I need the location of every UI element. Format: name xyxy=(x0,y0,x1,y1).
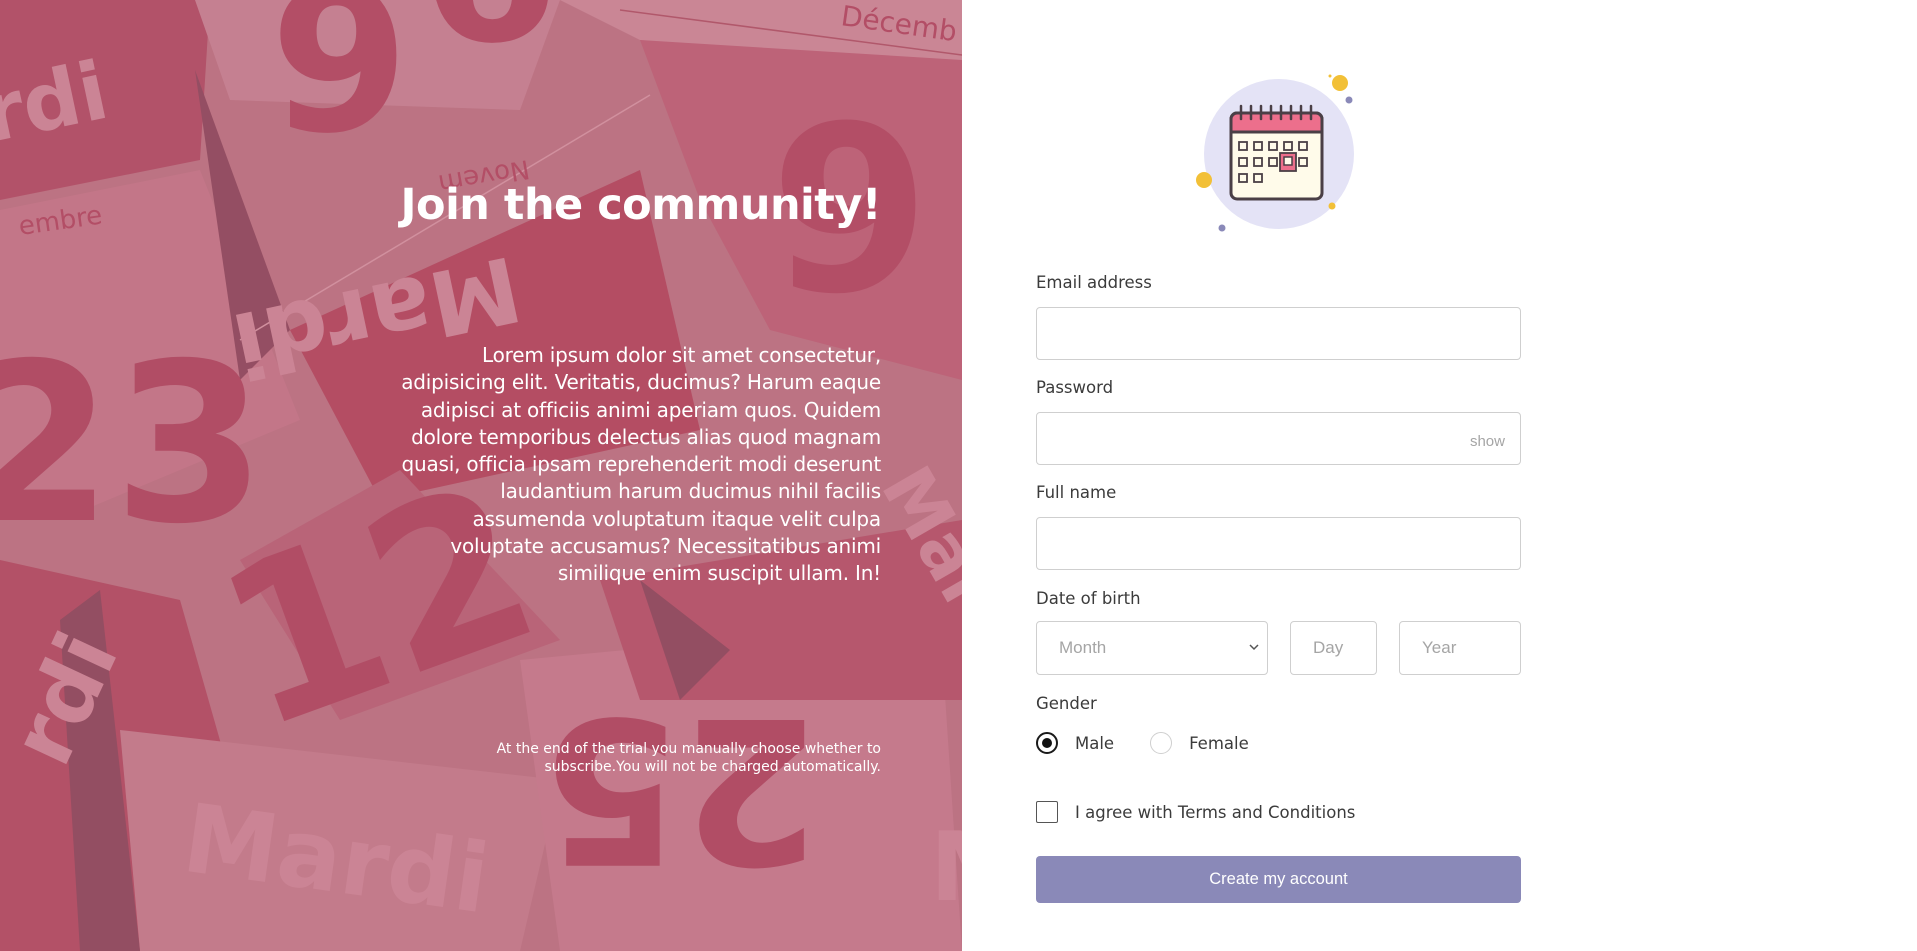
gender-label: Gender xyxy=(1036,694,1097,713)
day-input[interactable]: Day xyxy=(1290,621,1377,675)
year-input[interactable]: Year xyxy=(1399,621,1521,675)
hero-description: Lorem ipsum dolor sit amet consectetur, … xyxy=(401,343,881,586)
terms-row: I agree with Terms and Conditions xyxy=(1036,801,1355,823)
hero-panel: 9 6 9 23 12 25 rdi embre Décemb Novem Ma… xyxy=(0,0,962,951)
full-name-label: Full name xyxy=(1036,483,1117,502)
dob-label: Date of birth xyxy=(1036,589,1141,608)
calendar-icon xyxy=(1196,74,1354,232)
month-select-value: Month xyxy=(1059,638,1107,657)
gender-radio-group: Male Female xyxy=(1036,730,1249,756)
chevron-down-icon xyxy=(1249,644,1259,651)
signup-form: Email address Password show Full name Da… xyxy=(1036,0,1521,951)
email-label: Email address xyxy=(1036,273,1152,292)
month-select[interactable]: Month xyxy=(1036,621,1268,675)
gender-female-radio[interactable] xyxy=(1150,732,1173,754)
terms-checkbox[interactable] xyxy=(1036,801,1058,823)
password-label: Password xyxy=(1036,378,1114,397)
password-input[interactable] xyxy=(1036,412,1521,465)
trial-note: At the end of the trial you manually cho… xyxy=(496,741,881,775)
gender-male-label[interactable]: Male xyxy=(1075,734,1114,753)
terms-label[interactable]: I agree with Terms and Conditions xyxy=(1075,803,1355,822)
full-name-input[interactable] xyxy=(1036,517,1521,570)
gender-male-radio[interactable] xyxy=(1036,732,1058,754)
hero-title: Join the community! xyxy=(400,180,882,230)
show-password-toggle[interactable]: show xyxy=(1470,433,1505,450)
year-placeholder: Year xyxy=(1422,638,1457,657)
day-placeholder: Day xyxy=(1313,638,1344,657)
gender-female-label[interactable]: Female xyxy=(1189,734,1249,753)
create-account-button[interactable]: Create my account xyxy=(1036,856,1521,903)
email-input[interactable] xyxy=(1036,307,1521,360)
